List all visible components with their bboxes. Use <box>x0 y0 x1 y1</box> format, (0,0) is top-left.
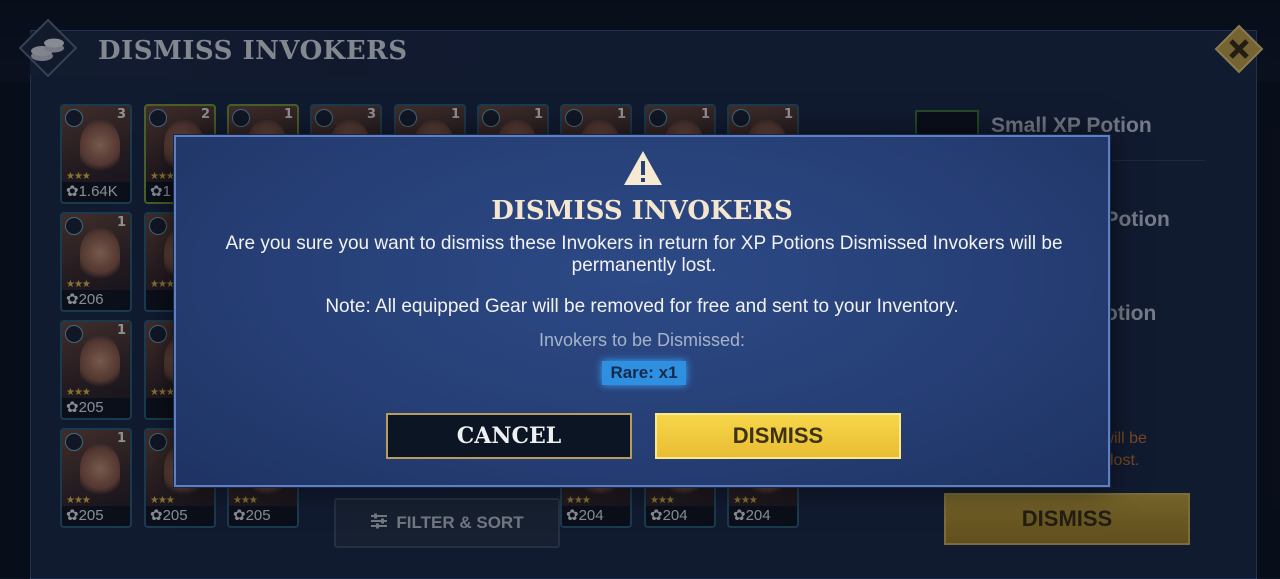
dialog-subheading: Invokers to be Dismissed: <box>538 330 746 350</box>
dialog-note: Note: All equipped Gear will be removed … <box>325 296 959 317</box>
dismiss-confirm-dialog: DISMISS INVOKERS Are you sure you want t… <box>174 135 1110 487</box>
dismiss-button[interactable]: DISMISS <box>655 413 901 459</box>
dialog-message: Are you sure you want to dismiss these I… <box>225 233 1063 276</box>
warning-icon <box>624 151 662 185</box>
rarity-count-badge: Rare: x1 <box>602 361 686 385</box>
cancel-button[interactable]: CANCEL <box>386 413 632 459</box>
dialog-title: DISMISS INVOKERS <box>491 196 793 226</box>
